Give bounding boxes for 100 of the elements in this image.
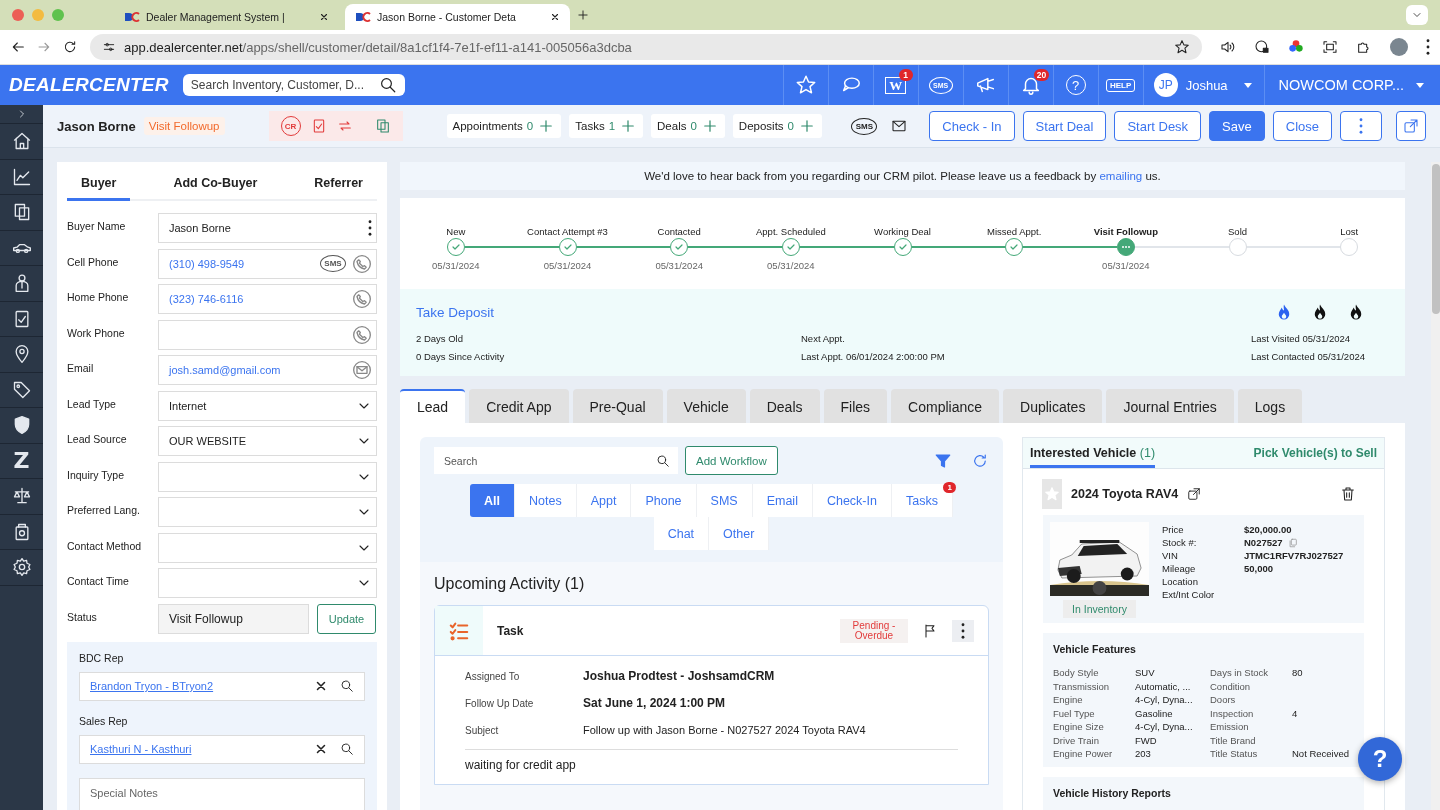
spec-label: Ext/Int Color (1162, 589, 1216, 600)
action-button[interactable]: Start Deal (1022, 111, 1107, 141)
update-button[interactable]: Update (317, 603, 376, 634)
vehicle-title: 2024 Toyota RAV4 (1071, 487, 1179, 501)
input-field[interactable]: josh.samd@gmail.com (158, 355, 377, 385)
filter-chip[interactable]: Email (752, 484, 813, 517)
search-field[interactable]: Search Inventory, Customer, D... (182, 74, 405, 96)
section-heading: Vehicle History Reports (1053, 787, 1172, 799)
feature-label: Doors (1210, 694, 1237, 705)
spec-label: VIN (1162, 550, 1179, 561)
notes-field[interactable]: Special Notes (79, 777, 365, 810)
filter-chip[interactable]: SMS (696, 484, 753, 517)
dropdown-field[interactable]: OUR WEBSITE (158, 426, 377, 456)
field-value: Sat June 1, 2024 1:00 PM (583, 696, 726, 710)
customer-tab[interactable]: Buyer (67, 162, 131, 201)
action-button[interactable]: Close (1272, 111, 1332, 141)
pick-vehicle-link[interactable]: Pick Vehicle(s) to Sell (1253, 446, 1377, 460)
section-tab[interactable]: Vehicle (666, 389, 746, 423)
stage-date: 05/31/2024 (432, 260, 480, 271)
feature-value: 203 (1135, 748, 1151, 759)
browser-tab[interactable]: Jason Borne - Customer Deta (345, 4, 570, 30)
feature-label: Engine Size (1053, 721, 1105, 732)
filter-chip[interactable]: Notes (515, 484, 577, 517)
feature-label: Inspection (1210, 707, 1255, 719)
counter-button[interactable]: Tasks 1 (569, 114, 644, 138)
section-tab[interactable]: Logs (1237, 389, 1303, 423)
feature-value: 80 (1292, 667, 1303, 678)
field-label: Follow Up Date (465, 697, 535, 711)
stage-label: New (446, 226, 466, 238)
email-link[interactable]: emailing (1099, 170, 1143, 182)
section-tab[interactable]: Files (823, 389, 888, 423)
spec-value: $20,000.00 (1244, 524, 1292, 535)
field-value: Joshua Prodtest - JoshsamdCRM (583, 669, 775, 683)
counter-button[interactable]: Deals 0 (651, 114, 725, 138)
section-tab[interactable]: Interested Vehicle (1) (1030, 438, 1156, 468)
section-tab[interactable]: Pre-Qual (572, 389, 663, 423)
rep-field[interactable]: Brandon Tryon - BTryon2 (79, 671, 365, 701)
action-button[interactable]: Start Desk (1114, 111, 1202, 141)
summary-text: Next Appt. (801, 333, 846, 344)
filter-chip[interactable]: Check-In (812, 484, 892, 517)
stage-date: 05/31/2024 (543, 260, 592, 271)
task-type: Task (497, 623, 524, 638)
count-badge: 1 (898, 69, 913, 81)
spec-value: N027527 (1244, 537, 1283, 548)
feature-label: Title Brand (1210, 734, 1257, 746)
feature-label: Transmission (1053, 680, 1111, 692)
field-label: Cell Phone (67, 254, 120, 268)
summary-text: 0 Days Since Activity (416, 351, 506, 362)
action-button[interactable]: Check - In (929, 111, 1015, 141)
summary-text: 2 Days Old (416, 333, 464, 344)
filter-chip[interactable]: Appt (576, 484, 632, 517)
inventory-badge: In Inventory (1063, 600, 1136, 618)
field-label: Status (67, 609, 98, 623)
stage-label: Sold (1228, 226, 1248, 238)
customer-name: Jason Borne (57, 118, 136, 134)
feature-label: Body Style (1053, 667, 1100, 678)
customer-tab[interactable]: Add Co-Buyer (159, 162, 272, 201)
input-field[interactable]: (323) 746-6116 (158, 284, 377, 314)
feature-label: Engine Power (1053, 748, 1114, 759)
section-tab[interactable]: Credit App (469, 389, 569, 423)
filter-chip[interactable]: Tasks 1 (891, 484, 953, 517)
section-tab[interactable]: Journal Entries (1106, 389, 1234, 423)
filter-chip[interactable]: All (470, 484, 516, 517)
add-workflow-button[interactable]: Add Workflow (685, 446, 778, 475)
address-bar[interactable]: app.dealercenter.net/apps/shell/customer/detail/8a1cf1f4-7e1f-ef11-a141-005056a3dcba (90, 34, 1202, 60)
section-tab[interactable]: Lead (400, 389, 466, 423)
customer-tab[interactable]: Referrer (300, 162, 377, 201)
field-label: Home Phone (67, 290, 130, 303)
save-button[interactable]: Save (1209, 111, 1265, 141)
browser-tab[interactable]: Dealer Management System | (114, 4, 339, 30)
task-note: waiting for credit app (465, 758, 577, 772)
logo[interactable]: DEALERCENTER (0, 74, 183, 96)
field-label: Contact Time (67, 574, 130, 587)
counter-button[interactable]: Deposits 0 (732, 114, 822, 138)
filter-chip[interactable]: Other (709, 517, 770, 550)
section-tab[interactable]: Compliance (891, 389, 999, 423)
feature-label: Engine (1053, 694, 1084, 705)
section-tab[interactable]: Duplicates (1003, 389, 1103, 423)
search-field[interactable]: Search (434, 447, 678, 474)
stage-label: Appt. Scheduled (756, 226, 826, 238)
input-field[interactable]: (310) 498-9549 SMS (158, 248, 377, 279)
filter-chip[interactable]: Phone (631, 484, 697, 517)
stage-date: 05/31/2024 (1102, 260, 1150, 271)
next-action-link[interactable]: Take Deposit (416, 304, 495, 320)
field-label: Subject (465, 724, 500, 738)
input-field[interactable]: Jason Borne (158, 213, 377, 243)
rep-field[interactable]: Kasthuri N - Kasthuri (79, 734, 365, 764)
filter-chip[interactable]: Chat (653, 517, 710, 550)
stage-label: Working Deal (874, 226, 931, 238)
stage-label: Visit Followup (1093, 226, 1158, 238)
feature-label: Condition (1210, 680, 1252, 692)
spec-label: Location (1162, 576, 1199, 587)
count-badge: 1 (943, 482, 956, 493)
dropdown-field[interactable]: Internet (158, 390, 377, 421)
section-tab[interactable]: Deals (749, 389, 820, 423)
counter-button[interactable]: Appointments 0 (446, 114, 562, 138)
field-label: Inquiry Type (67, 467, 125, 481)
stage-label: Missed Appt. (987, 226, 1042, 238)
spec-value: JTMC1RFV7RJ027527 (1244, 550, 1344, 561)
feature-value: FWD (1135, 734, 1157, 746)
